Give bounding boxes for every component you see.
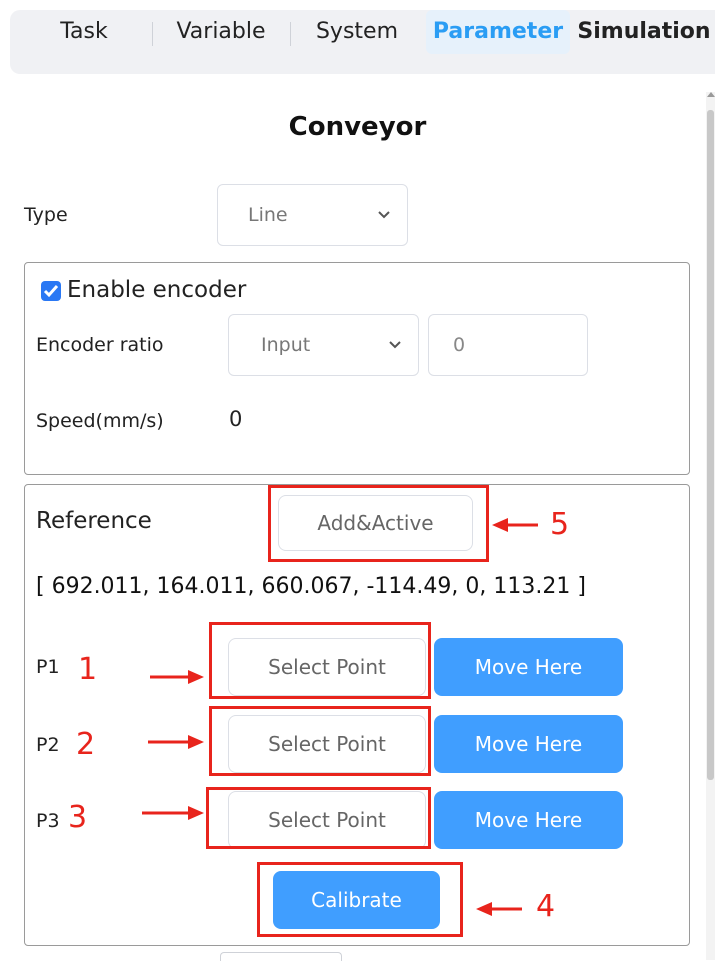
tab-divider [152, 22, 153, 46]
speed-label: Speed(mm/s) [36, 410, 164, 432]
p2-move-here-button[interactable]: Move Here [434, 715, 623, 773]
reference-label: Reference [36, 508, 152, 534]
p3-move-here-button[interactable]: Move Here [434, 791, 623, 849]
annotation-number-4: 4 [536, 889, 556, 924]
arrow-right-icon [150, 670, 204, 684]
p1-label: P1 [36, 656, 60, 678]
arrow-right-icon [142, 806, 204, 820]
annotation-box-4 [257, 862, 463, 937]
encoder-ratio-select[interactable]: Input [228, 314, 419, 376]
annotation-box-3 [206, 787, 431, 849]
enable-encoder-checkbox[interactable] [41, 281, 61, 301]
scrollbar-thumb[interactable] [707, 110, 714, 780]
scroll-up-icon[interactable] [707, 92, 715, 97]
tab-divider [290, 22, 291, 46]
speed-value: 0 [229, 407, 243, 431]
type-select[interactable]: Line [217, 184, 408, 246]
encoder-ratio-label: Encoder ratio [36, 334, 164, 356]
checkmark-icon [43, 285, 59, 298]
arrow-left-icon [492, 518, 538, 532]
arrow-right-icon [148, 735, 204, 749]
tab-simulation[interactable]: Simulation [576, 10, 712, 54]
annotation-number-3: 3 [68, 800, 88, 835]
tab-system[interactable]: System [306, 10, 408, 54]
chevron-down-icon [377, 185, 391, 245]
reference-values: [ 692.011, 164.011, 660.067, -114.49, 0,… [36, 574, 586, 599]
arrow-left-icon [476, 902, 522, 916]
annotation-box-1 [209, 622, 431, 699]
enable-encoder-label: Enable encoder [67, 277, 247, 303]
page-title: Conveyor [288, 112, 427, 142]
encoder-ratio-mode: Input [261, 334, 311, 356]
annotation-number-2: 2 [76, 727, 96, 762]
tab-task[interactable]: Task [52, 10, 116, 54]
annotation-number-1: 1 [78, 652, 98, 687]
p3-label: P3 [36, 810, 60, 832]
encoder-ratio-input[interactable]: 0 [428, 314, 588, 376]
tab-parameter[interactable]: Parameter [426, 10, 570, 54]
type-label: Type [24, 204, 68, 226]
annotation-box-5 [268, 485, 489, 562]
chevron-down-icon [388, 315, 402, 375]
tab-variable[interactable]: Variable [166, 10, 276, 54]
type-select-value: Line [248, 204, 288, 226]
p1-move-here-button[interactable]: Move Here [434, 638, 623, 696]
annotation-box-2 [209, 706, 431, 776]
annotation-number-5: 5 [550, 507, 570, 542]
p2-label: P2 [36, 734, 60, 756]
